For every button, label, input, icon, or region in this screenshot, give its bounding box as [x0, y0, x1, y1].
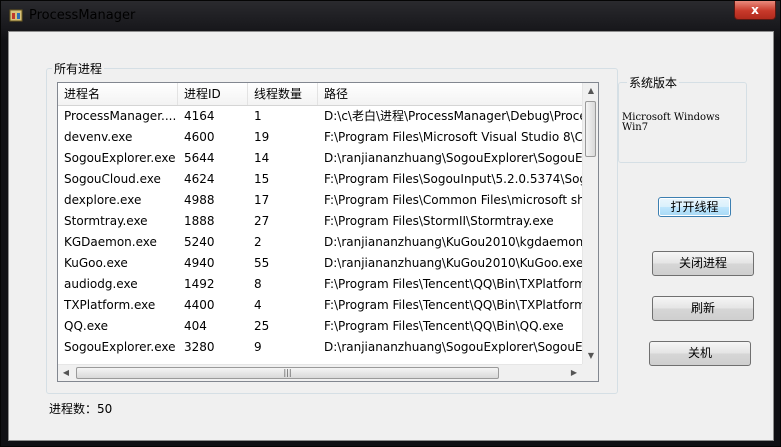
- cell-threads: 9: [254, 340, 262, 354]
- cell-name: devenv.exe: [64, 130, 133, 144]
- cell-pid: 4624: [184, 172, 215, 186]
- cell-threads: 4: [254, 298, 262, 312]
- title-bar[interactable]: ProcessManager x: [1, 1, 780, 31]
- shutdown-button[interactable]: 关机: [649, 341, 751, 366]
- column-header-path[interactable]: 路径: [318, 83, 582, 105]
- cell-path: F:\Program Files\SogouInput\5.2.0.5374\S…: [324, 172, 582, 186]
- cell-path: D:\ranjiananzhuang\SogouExplorer\SogouEx…: [324, 151, 582, 165]
- cell-name: Stormtray.exe: [64, 214, 148, 228]
- vertical-scroll-thumb[interactable]: [585, 101, 596, 157]
- table-row[interactable]: SogouExplorer.exe 5644 14 D:\ranjiananzh…: [58, 148, 582, 169]
- process-group-title: 所有进程: [52, 60, 105, 77]
- cell-name: ProcessManager....: [64, 109, 177, 123]
- table-row[interactable]: TXPlatform.exe 4400 4 F:\Program Files\T…: [58, 295, 582, 316]
- cell-path: F:\Program Files\Tencent\QQ\Bin\TXPlatfo…: [324, 298, 582, 312]
- cell-pid: 5240: [184, 235, 215, 249]
- cell-name: dexplore.exe: [64, 193, 142, 207]
- cell-pid: 3280: [184, 340, 215, 354]
- table-row[interactable]: ProcessManager.... 4164 1 D:\c\老白\进程\Pro…: [58, 106, 582, 127]
- cell-name: audiodg.exe: [64, 277, 138, 291]
- cell-pid: 5644: [184, 151, 215, 165]
- cell-path: D:\ranjiananzhuang\KuGou2010\kgdaemon.ex…: [324, 235, 582, 249]
- table-row[interactable]: KGDaemon.exe 5240 2 D:\ranjiananzhuang\K…: [58, 232, 582, 253]
- process-list[interactable]: 进程名 进程ID 线程数量 路径 ProcessManager.... 4164…: [57, 82, 599, 382]
- cell-pid: 4988: [184, 193, 215, 207]
- cell-path: F:\Program Files\Tencent\QQ\Bin\TXPlatfo…: [324, 277, 582, 291]
- table-row[interactable]: audiodg.exe 1492 8 F:\Program Files\Tenc…: [58, 274, 582, 295]
- cell-name: SogouExplorer.exe: [64, 340, 176, 354]
- table-row[interactable]: QQ.exe 404 25 F:\Program Files\Tencent\Q…: [58, 316, 582, 337]
- cell-name: SogouCloud.exe: [64, 172, 161, 186]
- column-header-name[interactable]: 进程名: [58, 83, 178, 105]
- process-count-status: 进程数：50: [49, 400, 112, 417]
- open-threads-button[interactable]: 打开线程: [658, 197, 731, 217]
- cell-pid: 404: [184, 319, 207, 333]
- cell-threads: 27: [254, 214, 270, 228]
- scrollbar-corner: [582, 364, 598, 381]
- cell-pid: 1888: [184, 214, 215, 228]
- horizontal-scrollbar[interactable]: ◀ ||| ▶: [58, 364, 582, 381]
- cell-name: KuGoo.exe: [64, 256, 128, 270]
- cell-threads: 25: [254, 319, 270, 333]
- cell-threads: 1: [254, 109, 262, 123]
- process-manager-window: ProcessManager x 所有进程 进程名 进程ID 线程数量 路径 P…: [0, 0, 781, 447]
- cell-path: D:\c\老白\进程\ProcessManager\Debug\ProcessM…: [324, 109, 582, 123]
- cell-name: QQ.exe: [64, 319, 108, 333]
- cell-pid: 4600: [184, 130, 215, 144]
- process-count-value: 50: [97, 402, 113, 416]
- cell-pid: 4940: [184, 256, 215, 270]
- column-header-threads[interactable]: 线程数量: [248, 83, 318, 105]
- scroll-down-arrow-icon[interactable]: ▼: [583, 348, 598, 364]
- process-count-label: 进程数：: [49, 402, 98, 416]
- cell-threads: 17: [254, 193, 270, 207]
- table-row[interactable]: Stormtray.exe 1888 27 F:\Program Files\S…: [58, 211, 582, 232]
- table-row[interactable]: devenv.exe 4600 19 F:\Program Files\Micr…: [58, 127, 582, 148]
- table-row[interactable]: KuGoo.exe 4940 55 D:\ranjiananzhuang\KuG…: [58, 253, 582, 274]
- cell-pid: 4400: [184, 298, 215, 312]
- cell-path: F:\Program Files\StormII\Stormtray.exe: [324, 214, 554, 228]
- cell-pid: 1492: [184, 277, 215, 291]
- cell-threads: 2: [254, 235, 262, 249]
- refresh-button[interactable]: 刷新: [652, 296, 754, 321]
- cell-threads: 14: [254, 151, 270, 165]
- vertical-scrollbar[interactable]: ▲ ▼: [582, 83, 598, 364]
- cell-path: F:\Program Files\Common Files\microsoft …: [324, 193, 582, 207]
- app-icon: [9, 9, 23, 22]
- cell-name: KGDaemon.exe: [64, 235, 157, 249]
- horizontal-scroll-thumb[interactable]: |||: [76, 367, 499, 379]
- cell-threads: 19: [254, 130, 270, 144]
- cell-path: D:\ranjiananzhuang\KuGou2010\KuGoo.exe: [324, 256, 582, 270]
- scroll-up-arrow-icon[interactable]: ▲: [583, 83, 598, 99]
- table-row[interactable]: SogouCloud.exe 4624 15 F:\Program Files\…: [58, 169, 582, 190]
- cell-pid: 4164: [184, 109, 215, 123]
- table-row[interactable]: dexplore.exe 4988 17 F:\Program Files\Co…: [58, 190, 582, 211]
- cell-name: TXPlatform.exe: [64, 298, 156, 312]
- window-title: ProcessManager: [29, 8, 136, 23]
- version-group-title: 系统版本: [627, 74, 680, 91]
- cell-path: D:\ranjiananzhuang\SogouExplorer\SogouEx…: [324, 340, 582, 354]
- system-version-text: Microsoft Windows Win7: [622, 112, 720, 133]
- cell-path: F:\Program Files\Tencent\QQ\Bin\QQ.exe: [324, 319, 564, 333]
- process-list-body: ProcessManager.... 4164 1 D:\c\老白\进程\Pro…: [58, 106, 582, 359]
- table-row[interactable]: SogouExplorer.exe 3280 9 D:\ranjiananzhu…: [58, 337, 582, 358]
- cell-threads: 55: [254, 256, 270, 270]
- close-window-button[interactable]: x: [734, 1, 776, 20]
- cell-threads: 15: [254, 172, 270, 186]
- process-list-header: 进程名 进程ID 线程数量 路径: [58, 83, 582, 106]
- cell-threads: 8: [254, 277, 262, 291]
- cell-name: SogouExplorer.exe: [64, 151, 176, 165]
- column-header-pid[interactable]: 进程ID: [178, 83, 248, 105]
- cell-path: F:\Program Files\Microsoft Visual Studio…: [324, 130, 582, 144]
- scroll-left-arrow-icon[interactable]: ◀: [58, 365, 74, 381]
- close-process-button[interactable]: 关闭进程: [652, 251, 754, 276]
- scroll-right-arrow-icon[interactable]: ▶: [566, 365, 582, 381]
